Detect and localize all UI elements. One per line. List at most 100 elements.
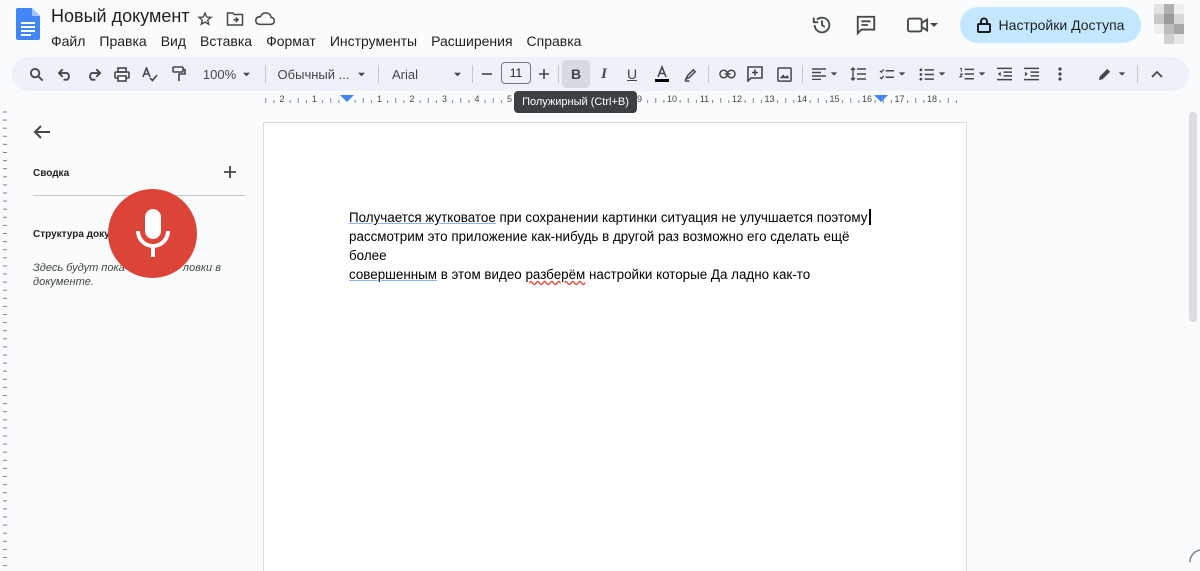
meet-button[interactable] xyxy=(903,13,943,37)
ruler-label: 5 xyxy=(507,94,512,104)
summary-heading: Сводка xyxy=(33,168,70,179)
more-options-icon[interactable] xyxy=(1050,62,1070,86)
chevron-down-icon xyxy=(453,72,462,76)
voice-typing-button[interactable] xyxy=(108,189,197,278)
redo-icon[interactable] xyxy=(83,62,103,86)
menu-file[interactable]: Файл xyxy=(44,31,92,51)
chevron-down-icon xyxy=(1118,72,1125,76)
ruler-label: 3 xyxy=(442,94,447,104)
increase-indent-icon[interactable] xyxy=(1021,62,1041,86)
ruler-label: 2 xyxy=(409,94,414,104)
chevron-down-icon xyxy=(243,72,251,76)
decrease-font-size-icon[interactable] xyxy=(478,62,496,86)
chevron-down-icon xyxy=(898,72,905,76)
outline-hint-line2: документе. xyxy=(33,276,94,288)
avatar[interactable] xyxy=(1154,4,1184,44)
insert-image-icon[interactable] xyxy=(774,62,794,86)
chevron-down-icon xyxy=(830,72,838,76)
highlight-icon[interactable] xyxy=(680,62,700,86)
decrease-indent-icon[interactable] xyxy=(994,62,1014,86)
spellcheck-icon[interactable] xyxy=(140,62,160,86)
text-line2: рассмотрим это приложение как-нибудь в д… xyxy=(349,229,850,263)
bold-button[interactable]: B xyxy=(562,60,590,88)
numbered-list-icon xyxy=(958,67,974,80)
ruler-label: 12 xyxy=(732,94,742,104)
menu-format[interactable]: Формат xyxy=(259,31,323,51)
docs-window: Новый документ Файл Правка Вид Вставка Ф… xyxy=(0,0,1200,571)
undo-icon[interactable] xyxy=(55,62,75,86)
print-icon[interactable] xyxy=(112,62,132,86)
menu-tools[interactable]: Инструменты xyxy=(323,31,424,51)
align-select[interactable] xyxy=(809,62,841,86)
header: Новый документ Файл Правка Вид Вставка Ф… xyxy=(0,0,1200,52)
ruler-label: 11 xyxy=(700,94,709,104)
ruler-label: 1 xyxy=(377,94,382,104)
outline-hint-line1b: ловки в xyxy=(182,262,221,274)
style-select[interactable]: Обычный ... xyxy=(274,62,370,86)
numbered-list-select[interactable] xyxy=(956,62,988,86)
ruler-label: 15 xyxy=(829,94,839,104)
menu-help[interactable]: Справка xyxy=(520,31,589,51)
font-select[interactable]: Arial xyxy=(388,62,464,86)
scrollbar-thumb[interactable] xyxy=(1189,112,1197,322)
star-icon[interactable] xyxy=(195,9,215,29)
menu-extensions[interactable]: Расширения xyxy=(424,31,519,51)
ruler-label: 17 xyxy=(894,94,904,104)
ruler-label: 14 xyxy=(797,94,807,104)
chevron-down-icon xyxy=(930,23,938,27)
toolbar-divider xyxy=(1137,65,1138,83)
text-cursor xyxy=(869,209,872,225)
menu-view[interactable]: Вид xyxy=(154,31,193,51)
toolbar-divider xyxy=(802,65,803,83)
ruler-label: 1 xyxy=(312,94,317,104)
menu-bar: Файл Правка Вид Вставка Формат Инструмен… xyxy=(44,31,588,51)
text-line3-word: совершенным xyxy=(349,267,437,282)
document-title[interactable]: Новый документ xyxy=(51,6,190,27)
ruler-label: 4 xyxy=(474,94,479,104)
share-button[interactable]: Настройки Доступа xyxy=(960,7,1141,43)
scroll-corner-icon xyxy=(1186,540,1200,571)
line-spacing-icon[interactable] xyxy=(848,62,868,86)
add-summary-icon[interactable] xyxy=(222,164,238,180)
ruler-label: 10 xyxy=(667,94,677,104)
toolbar-divider xyxy=(472,65,473,83)
toolbar-divider xyxy=(558,65,559,83)
lock-icon xyxy=(976,17,991,33)
search-icon[interactable] xyxy=(26,62,46,86)
toolbar-divider xyxy=(378,65,379,83)
checklist-select[interactable] xyxy=(876,62,908,86)
version-history-icon[interactable] xyxy=(810,13,834,37)
increase-font-size-icon[interactable] xyxy=(535,62,553,86)
italic-button[interactable]: I xyxy=(594,62,614,86)
bulleted-list-icon xyxy=(919,67,934,81)
menu-edit[interactable]: Правка xyxy=(92,31,153,51)
text-line1-post: при сохранении картинки ситуация не улуч… xyxy=(495,210,868,225)
tooltip: Полужирный (Ctrl+B) xyxy=(514,91,637,113)
back-arrow-icon[interactable] xyxy=(32,122,52,142)
zoom-select[interactable]: 100% xyxy=(197,62,257,86)
text-line1-word: жутковатое xyxy=(425,210,496,225)
chevron-down-icon xyxy=(978,72,985,76)
move-folder-icon[interactable] xyxy=(225,9,245,29)
menu-insert[interactable]: Вставка xyxy=(193,31,259,51)
paint-format-icon[interactable] xyxy=(169,62,189,86)
document-body[interactable]: Получается жутковатое при сохранении кар… xyxy=(349,208,889,284)
chevron-down-icon xyxy=(938,72,945,76)
outline-heading: Структура доку xyxy=(33,229,110,240)
toolbar-divider xyxy=(265,65,266,83)
collapse-toolbar-icon[interactable] xyxy=(1146,62,1168,86)
editing-mode-select[interactable] xyxy=(1094,62,1128,86)
toolbar-divider xyxy=(708,65,709,83)
text-color-icon[interactable] xyxy=(651,62,673,86)
checklist-icon xyxy=(879,68,894,80)
docs-logo-icon[interactable] xyxy=(16,8,40,40)
align-left-icon xyxy=(812,68,826,80)
comments-icon[interactable] xyxy=(854,13,878,37)
underline-button[interactable]: U xyxy=(622,62,642,86)
font-size-input[interactable]: 11 xyxy=(501,62,531,84)
document-page[interactable]: Получается жутковатое при сохранении кар… xyxy=(263,122,967,571)
link-icon[interactable] xyxy=(717,62,737,86)
add-comment-icon[interactable] xyxy=(745,62,765,86)
bulleted-list-select[interactable] xyxy=(916,62,948,86)
cloud-saved-icon[interactable] xyxy=(255,9,275,29)
